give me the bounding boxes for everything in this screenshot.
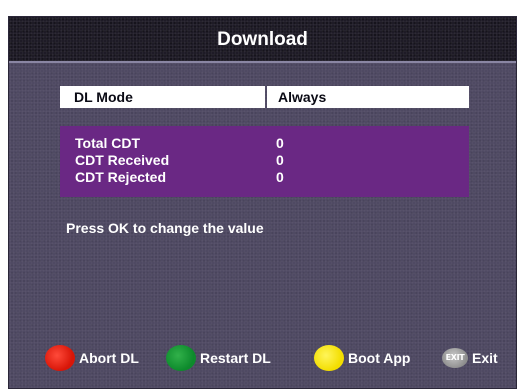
- stat-row-total-cdt: Total CDT 0: [60, 135, 469, 151]
- dl-mode-label-box[interactable]: DL Mode: [60, 86, 265, 108]
- cdt-stats-panel: Total CDT 0 CDT Received 0 CDT Rejected …: [60, 126, 469, 197]
- stat-value: 0: [276, 169, 284, 185]
- restart-dl-label: Restart DL: [200, 350, 271, 366]
- stat-label: Total CDT: [75, 135, 141, 151]
- dl-mode-value: Always: [278, 89, 327, 105]
- abort-dl-label: Abort DL: [79, 350, 139, 366]
- exit-button-icon: EXIT: [442, 348, 468, 368]
- red-button-icon: [45, 345, 75, 371]
- exit-button[interactable]: EXIT Exit: [442, 343, 498, 373]
- exit-label: Exit: [472, 350, 498, 366]
- restart-dl-button[interactable]: Restart DL: [166, 343, 271, 373]
- tv-screen: Download DL Mode Always Total CDT 0 CDT …: [8, 16, 517, 389]
- footer-key-legend: Abort DL Restart DL Boot App EXIT Exit: [9, 343, 516, 373]
- green-button-icon: [166, 345, 196, 371]
- dl-mode-value-box[interactable]: Always: [267, 86, 469, 108]
- stat-label: CDT Rejected: [75, 169, 167, 185]
- boot-app-button[interactable]: Boot App: [314, 343, 410, 373]
- stat-value: 0: [276, 135, 284, 151]
- boot-app-label: Boot App: [348, 350, 411, 366]
- page-title: Download: [217, 29, 308, 50]
- stat-label: CDT Received: [75, 152, 170, 168]
- abort-dl-button[interactable]: Abort DL: [45, 343, 139, 373]
- yellow-button-icon: [314, 345, 344, 371]
- stat-row-cdt-received: CDT Received 0: [60, 152, 469, 168]
- stat-row-cdt-rejected: CDT Rejected 0: [60, 169, 469, 185]
- stat-value: 0: [276, 152, 284, 168]
- instruction-text: Press OK to change the value: [66, 220, 264, 236]
- dl-mode-label: DL Mode: [74, 89, 133, 105]
- header-bar: Download: [9, 17, 516, 63]
